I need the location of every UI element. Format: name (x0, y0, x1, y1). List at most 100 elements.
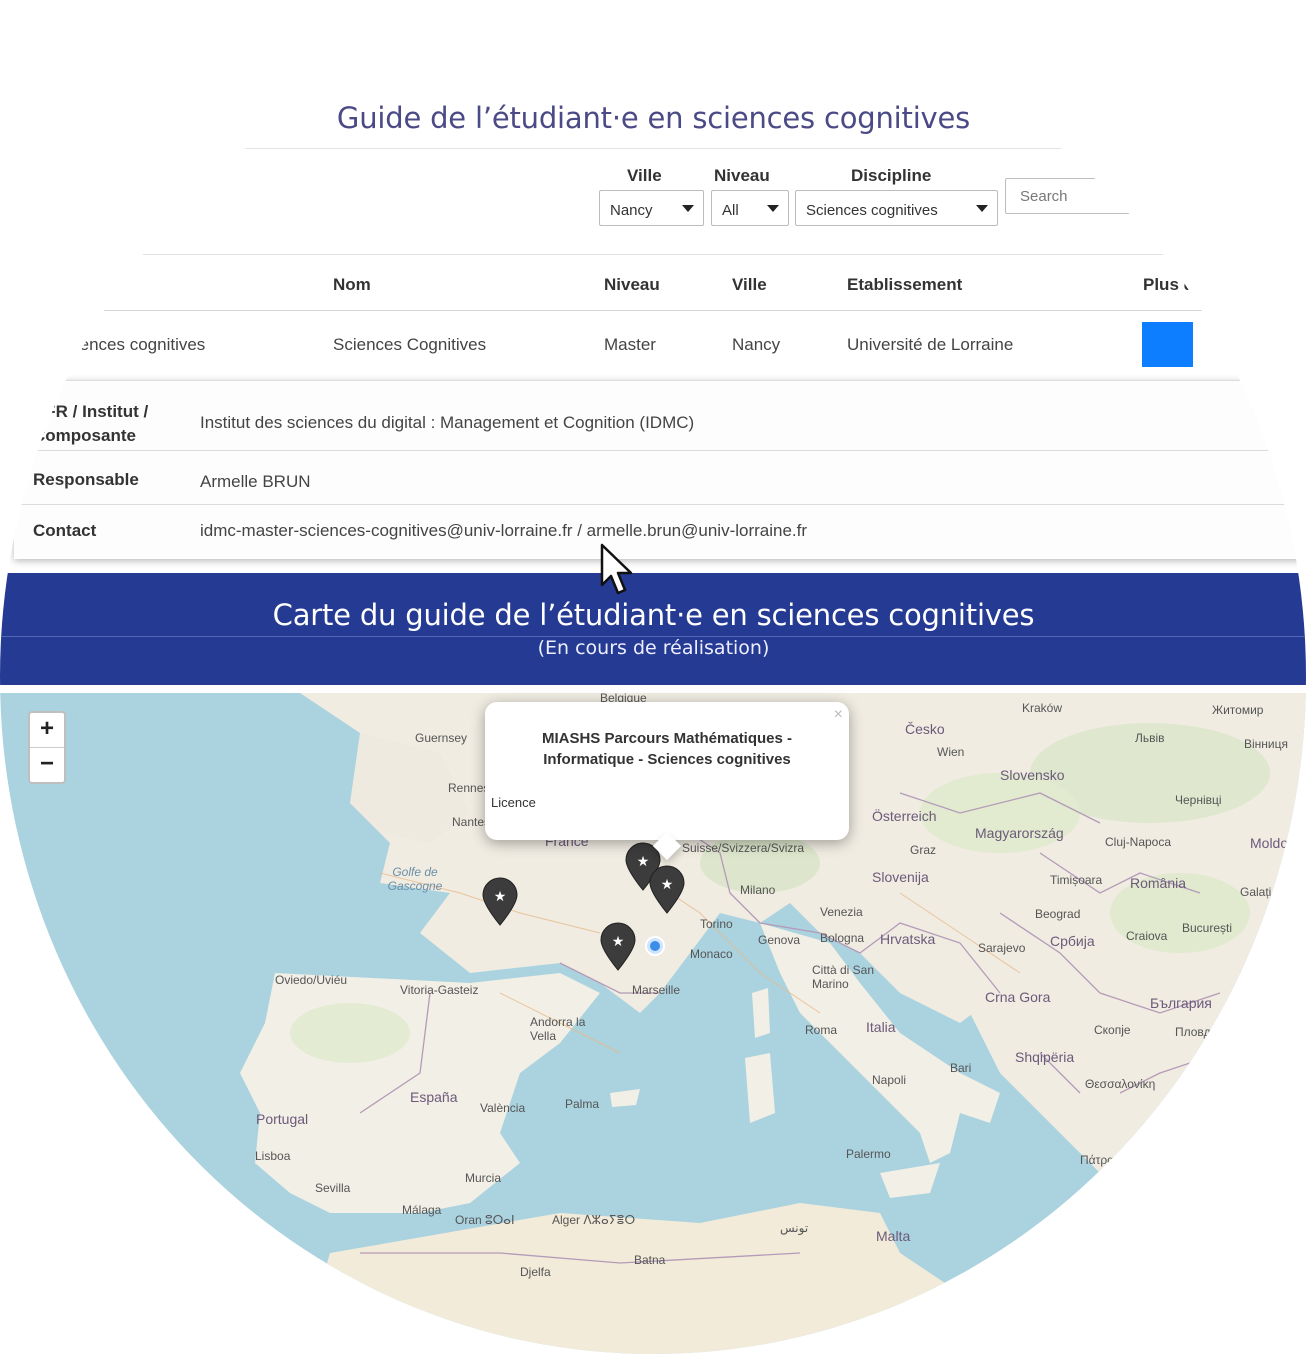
column-header-discipline[interactable]: iscipline (32, 275, 100, 295)
contact-emails[interactable]: idmc-master-sciences-cognitives@univ-lor… (200, 521, 807, 541)
caret-down-icon (976, 205, 988, 212)
filter-label-discipline: Discipline (851, 166, 932, 185)
map-label: Ελλάδα (1140, 1149, 1188, 1165)
map-label: Galați (1240, 885, 1272, 899)
land-balkans (960, 973, 1306, 1253)
column-header-plus-info[interactable]: Plus d'i (1143, 275, 1203, 295)
map-marker-icon[interactable]: ★ (647, 865, 687, 915)
map-label: Скопје (1094, 1023, 1131, 1037)
map-label: Timișoara (1050, 873, 1103, 887)
map-label: Österreich (872, 808, 937, 824)
map-label: España (410, 1089, 458, 1105)
map-label: Sarajevo (978, 941, 1026, 955)
map-label: Guernsey (415, 731, 468, 745)
map-label: Andorra la Vella (530, 1015, 586, 1043)
map-popup: × MIASHS Parcours Mathématiques - Inform… (485, 702, 849, 861)
map-label: Πάτρα (1080, 1153, 1115, 1167)
land-north-africa (300, 1203, 1000, 1354)
detail-row: UFR / Institut / Composante Institut des… (14, 381, 1306, 451)
column-header-niveau[interactable]: Niveau (604, 275, 660, 295)
niveau-select[interactable]: All (711, 190, 789, 226)
detail-panel: UFR / Institut / Composante Institut des… (14, 380, 1306, 559)
divider (40, 254, 1306, 255)
map-label: Golfe de Gascogne (387, 865, 443, 893)
column-header-ville[interactable]: Ville (732, 275, 767, 295)
map-label: Murcia (465, 1171, 502, 1185)
map-label: Napoli (872, 1073, 907, 1087)
cell-niveau: Master (604, 335, 656, 354)
map-label: Djelfa (520, 1265, 551, 1279)
map-label: Lisboa (255, 1149, 291, 1163)
map-label: Kraków (1022, 701, 1063, 715)
zoom-control: + − (28, 711, 66, 784)
map-label: Alger ⴷⵣⴰⵢⴻⵔ (552, 1213, 636, 1227)
land-corsica (752, 988, 770, 1038)
more-info-button[interactable] (1142, 322, 1193, 367)
cell-etablissement: Université de Lorraine (847, 335, 1014, 354)
zoom-in-button[interactable]: + (30, 713, 64, 747)
map-label: Málaga (402, 1203, 442, 1217)
map-label: Slovensko (1000, 767, 1065, 783)
map-label: Львів (1135, 731, 1165, 745)
map-label: Житомир (1212, 703, 1264, 717)
row-collapse-icon[interactable] (34, 340, 44, 342)
map-label: Česko (905, 721, 945, 737)
map-label: València (480, 1101, 526, 1115)
map-label: Cluj-Napoca (1105, 835, 1172, 849)
map-label: Пловдив (1175, 1025, 1224, 1039)
detail-label: Responsable (33, 470, 139, 489)
map-label: Portugal (256, 1111, 309, 1127)
map-label: Beograd (1035, 907, 1081, 921)
column-header-nom[interactable]: Nom (333, 275, 371, 295)
zoom-out-button[interactable]: − (30, 747, 64, 782)
map-label: Marseille (632, 983, 681, 997)
map-label: Batna (634, 1253, 666, 1267)
map-section-title: Carte du guide de l’étudiant·e en scienc… (272, 598, 1035, 632)
map-label: Roma (805, 1023, 838, 1037)
map-label: Torino (700, 917, 733, 931)
map-label: Bologna (820, 931, 865, 945)
map-label: Milano (740, 883, 776, 897)
map-marker-icon[interactable]: ★ (480, 877, 520, 927)
column-header-etablissement[interactable]: Etablissement (847, 275, 962, 295)
mouse-cursor-icon (600, 543, 633, 595)
map-label: Italia (866, 1019, 896, 1035)
close-icon[interactable]: × (834, 706, 843, 724)
cell-ville: Nancy (732, 335, 781, 354)
cell-discipline: Sciences cognitives (56, 335, 206, 354)
map-label: Palermo (846, 1147, 891, 1161)
filter-label-niveau: Niveau (714, 166, 770, 185)
map-label: Crna Gora (985, 989, 1051, 1005)
svg-text:★: ★ (494, 889, 507, 905)
caret-down-icon (767, 205, 779, 212)
map-header: Carte du guide de l’étudiant·e en scienc… (0, 573, 1306, 685)
divider (140, 148, 1100, 149)
discipline-select-value: Sciences cognitives (806, 202, 938, 219)
detail-label: UFR / Institut / Composante (33, 402, 149, 445)
detail-row: Contact idmc-master-sciences-cognitives@… (14, 505, 1306, 558)
cell-nom: Sciences Cognitives (333, 335, 487, 354)
discipline-select[interactable]: Sciences cognitives (795, 190, 998, 226)
map-label: România (1130, 875, 1187, 891)
svg-text:★: ★ (661, 877, 674, 893)
map-label: България (1150, 995, 1212, 1011)
location-dot-icon[interactable] (644, 935, 666, 957)
search-input[interactable] (1005, 178, 1305, 214)
ville-select[interactable]: Nancy (599, 190, 704, 226)
popup-title: MIASHS Parcours Mathématiques - Informat… (541, 730, 793, 768)
map-marker-icon[interactable]: ★ (598, 922, 638, 972)
map-label: Venezia (820, 905, 863, 919)
map-label: Vitoria-Gasteiz (400, 983, 479, 997)
map-label: Malta (876, 1228, 911, 1244)
map-label: Genova (758, 933, 801, 947)
divider (20, 310, 1306, 311)
map-label: Palma (565, 1097, 600, 1111)
map-label: Hrvatska (880, 931, 936, 947)
popup-level: Licence (491, 795, 536, 810)
caret-down-icon (682, 205, 694, 212)
map-label: Oviedo/Uviéu (275, 973, 348, 987)
map-label: Oran ⵓⵔⴰⵏ (455, 1213, 515, 1227)
map-label: Sevilla (315, 1181, 351, 1195)
filter-label-ville: Ville (627, 166, 662, 185)
map-label: Shqipëria (1015, 1049, 1075, 1065)
